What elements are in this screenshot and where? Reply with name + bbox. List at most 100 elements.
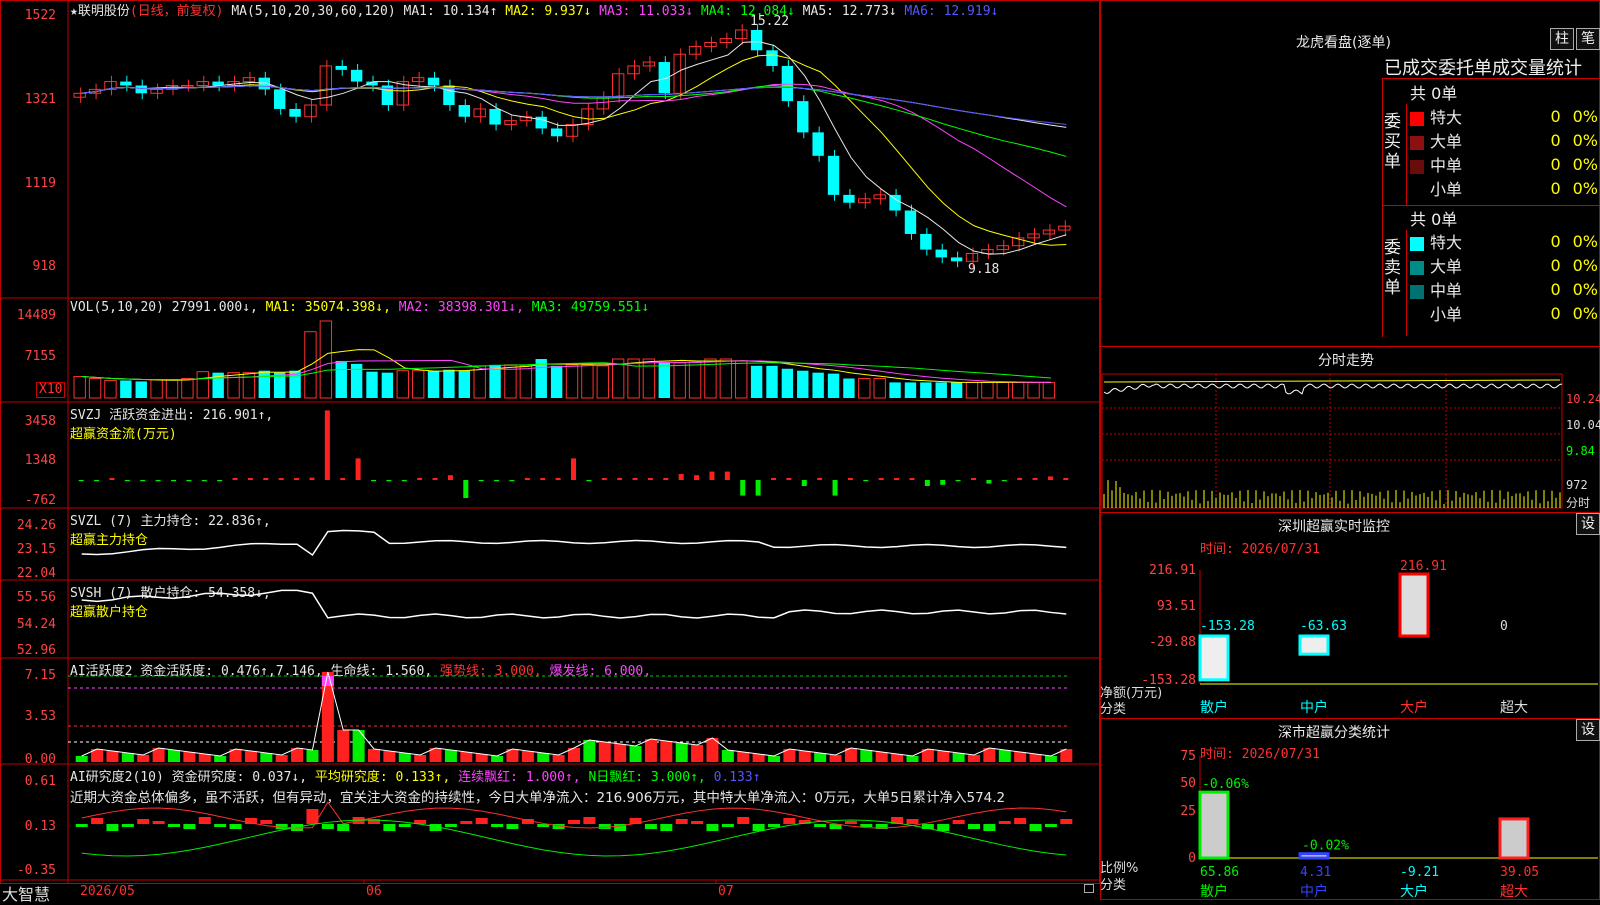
tick-mode-button[interactable]: 笔 [1576,28,1600,50]
sz-class-axis-tick: 25 [1180,804,1196,819]
flow-bar [217,480,223,482]
flow-bar [678,474,684,480]
volume-bar [258,370,270,398]
sz-monitor-bar [1298,634,1330,656]
research-bar [75,824,88,827]
research-bar [660,824,673,831]
volume-bar [920,382,932,398]
volume-bar [781,368,794,398]
bar-top-label: -0.02% [1302,839,1349,854]
activity-bar [414,755,427,762]
volume-bar [196,371,209,399]
sz-monitor-bar [1198,634,1230,682]
flow-bar [294,478,300,480]
volume-bar [427,370,440,398]
research-bar [706,824,719,831]
sz-class-chart[interactable]: 75 50 25 0 -0.06% 65.86 散户 -0.02% 4.31 中户 -9.21 大户 3… [1100,730,1600,900]
ai1-axis-tick: 7.15 [24,668,56,683]
flow-bar [232,478,238,480]
volume-chart[interactable] [68,314,1100,400]
research-bar [1029,824,1042,831]
color-swatch [1410,111,1424,126]
candle-body [289,108,301,117]
activity-chart[interactable] [68,658,1100,764]
candle-body [797,101,809,133]
row-value: 0 [1550,154,1561,174]
row-value: 0 [1550,231,1561,251]
research-bar [214,824,227,827]
candle-body [935,249,947,258]
volume-bar [88,378,102,399]
volume-bar [181,378,194,399]
volume-bar [381,372,394,398]
volume-bar [766,365,778,398]
flow-bar [1017,478,1023,480]
activity-bar [583,740,596,762]
flow-bar [1032,478,1038,480]
row-percent: 0% [1572,130,1598,150]
volume-bar [827,373,840,398]
candle-body [196,81,209,86]
volume-bar [1027,381,1040,399]
table-row: 特大 0 0% [1408,104,1600,128]
row-value: 0 [1550,106,1561,126]
activity-bar [998,750,1011,762]
candle-body [335,65,347,70]
activity-bar [768,756,780,762]
sz-monitor-chart[interactable]: 216.9193.51-29.88-153.28-153.28散户-63.63中… [1100,526,1600,716]
flow-bar [155,480,161,482]
research-bar [491,824,504,827]
candle-body [504,120,517,126]
longhu-subtitle: 已成交委托单成交量统计 [1384,58,1582,79]
intraday-chart[interactable] [1100,372,1564,510]
candle-body [120,81,132,86]
volume-bar [735,360,748,399]
candle-body [411,77,425,83]
flow-bar [447,475,453,480]
activity-bar [521,751,534,762]
flow-bar [186,480,192,482]
lock-icon[interactable] [1084,884,1094,893]
bar-category-label: 散户 [1200,883,1228,900]
flow-bar [724,471,730,480]
bar-value-label: 65.86 [1200,865,1239,880]
intraday-avg-line [1103,379,1561,383]
volume-bar [750,365,763,398]
sz-class-xlabel: 分类 [1100,878,1127,893]
candle-body [611,73,625,98]
activity-bar [752,754,765,762]
row-value: 0 [1550,255,1561,275]
bar-mode-button[interactable]: 柱 [1550,28,1574,50]
table-row: 中单 0 0% [1408,152,1600,176]
candlestick-chart[interactable] [68,16,1100,296]
activity-bar [860,750,873,762]
research-bar [937,824,950,831]
volume-bar [1042,381,1056,399]
activity-bar [614,744,627,762]
research-bar [1044,824,1057,827]
research-bar [768,824,780,827]
candle-body [304,104,317,118]
flow-bar [278,478,284,480]
activity-bar [275,755,288,762]
volume-bar [996,381,1009,399]
flow-bar [755,480,761,496]
volume-bar [1011,381,1025,399]
volume-bar [981,381,994,399]
volume-bar [565,364,579,399]
retail-holding-line [81,589,1067,619]
flow-bar [509,480,515,482]
fund-flow-chart[interactable] [68,402,1100,508]
candle-body [73,92,86,98]
row-percent: 0% [1572,154,1598,174]
flow-bar [863,480,869,482]
research-chart[interactable] [68,764,1100,880]
research-bar [814,824,827,827]
candle-body [473,108,486,118]
bar-category-label: 超大 [1500,884,1528,900]
svsh-axis-tick: 55.56 [16,590,56,605]
main-holding-chart[interactable] [68,508,1100,580]
price-axis-tick: 1321 [24,92,56,107]
flow-bar [971,478,976,480]
retail-holding-chart[interactable] [68,580,1100,658]
